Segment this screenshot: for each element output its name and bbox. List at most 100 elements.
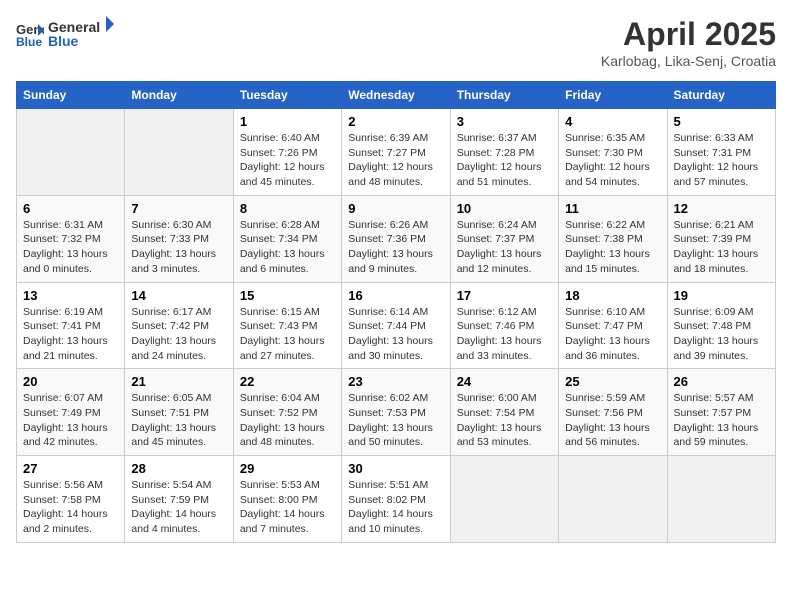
calendar-cell: 6 Sunrise: 6:31 AM Sunset: 7:32 PM Daylig… (17, 195, 125, 282)
day-info: Sunrise: 5:53 AM Sunset: 8:00 PM Dayligh… (240, 478, 335, 537)
day-info: Sunrise: 6:39 AM Sunset: 7:27 PM Dayligh… (348, 131, 443, 190)
calendar-cell: 15 Sunrise: 6:15 AM Sunset: 7:43 PM Dayli… (233, 282, 341, 369)
calendar-cell: 22Sunrise: 6:04 AM Sunset: 7:52 PM Dayli… (233, 369, 341, 456)
logo: General Blue General Blue (16, 16, 118, 52)
day-number: 25 (565, 374, 660, 389)
day-number: 9 (348, 201, 443, 216)
day-number: 30 (348, 461, 443, 476)
calendar-cell: 19 Sunrise: 6:09 AM Sunset: 7:48 PM Dayli… (667, 282, 775, 369)
calendar-cell: 17Sunrise: 6:12 AM Sunset: 7:46 PM Dayli… (450, 282, 558, 369)
day-info: Sunrise: 6:00 AM Sunset: 7:54 PM Dayligh… (457, 391, 552, 450)
calendar-cell: 29 Sunrise: 5:53 AM Sunset: 8:00 PM Dayli… (233, 456, 341, 543)
day-info: Sunrise: 6:10 AM Sunset: 7:47 PM Dayligh… (565, 305, 660, 364)
day-info: Sunrise: 5:56 AM Sunset: 7:58 PM Dayligh… (23, 478, 118, 537)
day-number: 13 (23, 288, 118, 303)
day-number: 27 (23, 461, 118, 476)
day-info: Sunrise: 5:59 AM Sunset: 7:56 PM Dayligh… (565, 391, 660, 450)
day-number: 14 (131, 288, 226, 303)
weekday-header-tuesday: Tuesday (233, 82, 341, 109)
day-info: Sunrise: 6:26 AM Sunset: 7:36 PM Dayligh… (348, 218, 443, 277)
calendar-cell: 30 Sunrise: 5:51 AM Sunset: 8:02 PM Dayli… (342, 456, 450, 543)
day-info: Sunrise: 5:57 AM Sunset: 7:57 PM Dayligh… (674, 391, 769, 450)
day-info: Sunrise: 6:09 AM Sunset: 7:48 PM Dayligh… (674, 305, 769, 364)
weekday-header-thursday: Thursday (450, 82, 558, 109)
calendar-cell (667, 456, 775, 543)
calendar-cell (450, 456, 558, 543)
location-subtitle: Karlobag, Lika-Senj, Croatia (601, 53, 776, 69)
day-info: Sunrise: 6:02 AM Sunset: 7:53 PM Dayligh… (348, 391, 443, 450)
weekday-header-sunday: Sunday (17, 82, 125, 109)
calendar-cell: 14 Sunrise: 6:17 AM Sunset: 7:42 PM Dayli… (125, 282, 233, 369)
day-info: Sunrise: 6:24 AM Sunset: 7:37 PM Dayligh… (457, 218, 552, 277)
day-number: 10 (457, 201, 552, 216)
day-info: Sunrise: 6:05 AM Sunset: 7:51 PM Dayligh… (131, 391, 226, 450)
calendar-cell: 26 Sunrise: 5:57 AM Sunset: 7:57 PM Dayli… (667, 369, 775, 456)
day-number: 24 (457, 374, 552, 389)
logo-svg: General Blue (48, 16, 118, 52)
day-info: Sunrise: 6:17 AM Sunset: 7:42 PM Dayligh… (131, 305, 226, 364)
calendar-cell: 21 Sunrise: 6:05 AM Sunset: 7:51 PM Dayli… (125, 369, 233, 456)
month-title: April 2025 (601, 16, 776, 53)
day-number: 12 (674, 201, 769, 216)
day-number: 7 (131, 201, 226, 216)
title-block: April 2025 Karlobag, Lika-Senj, Croatia (601, 16, 776, 69)
day-info: Sunrise: 6:37 AM Sunset: 7:28 PM Dayligh… (457, 131, 552, 190)
day-info: Sunrise: 6:19 AM Sunset: 7:41 PM Dayligh… (23, 305, 118, 364)
day-number: 5 (674, 114, 769, 129)
week-row-4: 20Sunrise: 6:07 AM Sunset: 7:49 PM Dayli… (17, 369, 776, 456)
weekday-header-saturday: Saturday (667, 82, 775, 109)
day-number: 29 (240, 461, 335, 476)
day-number: 21 (131, 374, 226, 389)
weekday-header-friday: Friday (559, 82, 667, 109)
day-info: Sunrise: 6:28 AM Sunset: 7:34 PM Dayligh… (240, 218, 335, 277)
day-number: 2 (348, 114, 443, 129)
calendar-cell: 3 Sunrise: 6:37 AM Sunset: 7:28 PM Daylig… (450, 109, 558, 196)
calendar-cell: 10 Sunrise: 6:24 AM Sunset: 7:37 PM Dayli… (450, 195, 558, 282)
day-info: Sunrise: 6:04 AM Sunset: 7:52 PM Dayligh… (240, 391, 335, 450)
day-number: 28 (131, 461, 226, 476)
calendar-cell: 8 Sunrise: 6:28 AM Sunset: 7:34 PM Daylig… (233, 195, 341, 282)
day-number: 19 (674, 288, 769, 303)
day-number: 6 (23, 201, 118, 216)
svg-text:Blue: Blue (48, 33, 79, 49)
day-number: 23 (348, 374, 443, 389)
calendar-cell: 28Sunrise: 5:54 AM Sunset: 7:59 PM Dayli… (125, 456, 233, 543)
day-number: 3 (457, 114, 552, 129)
page-header: General Blue General Blue April 2025 Kar… (16, 16, 776, 69)
day-number: 18 (565, 288, 660, 303)
day-number: 26 (674, 374, 769, 389)
day-number: 20 (23, 374, 118, 389)
calendar-cell: 20Sunrise: 6:07 AM Sunset: 7:49 PM Dayli… (17, 369, 125, 456)
day-number: 17 (457, 288, 552, 303)
calendar-cell: 23 Sunrise: 6:02 AM Sunset: 7:53 PM Dayli… (342, 369, 450, 456)
calendar-cell: 13 Sunrise: 6:19 AM Sunset: 7:41 PM Dayli… (17, 282, 125, 369)
calendar-cell: 11 Sunrise: 6:22 AM Sunset: 7:38 PM Dayli… (559, 195, 667, 282)
day-info: Sunrise: 5:51 AM Sunset: 8:02 PM Dayligh… (348, 478, 443, 537)
day-info: Sunrise: 6:40 AM Sunset: 7:26 PM Dayligh… (240, 131, 335, 190)
day-info: Sunrise: 6:14 AM Sunset: 7:44 PM Dayligh… (348, 305, 443, 364)
day-info: Sunrise: 6:30 AM Sunset: 7:33 PM Dayligh… (131, 218, 226, 277)
day-number: 1 (240, 114, 335, 129)
day-number: 11 (565, 201, 660, 216)
day-info: Sunrise: 6:15 AM Sunset: 7:43 PM Dayligh… (240, 305, 335, 364)
svg-text:Blue: Blue (16, 35, 42, 48)
calendar-cell: 25 Sunrise: 5:59 AM Sunset: 7:56 PM Dayli… (559, 369, 667, 456)
calendar-cell: 12Sunrise: 6:21 AM Sunset: 7:39 PM Dayli… (667, 195, 775, 282)
calendar-cell: 24 Sunrise: 6:00 AM Sunset: 7:54 PM Dayli… (450, 369, 558, 456)
week-row-3: 13 Sunrise: 6:19 AM Sunset: 7:41 PM Dayli… (17, 282, 776, 369)
logo-icon: General Blue (16, 20, 44, 48)
calendar-cell: 18 Sunrise: 6:10 AM Sunset: 7:47 PM Dayli… (559, 282, 667, 369)
day-info: Sunrise: 6:31 AM Sunset: 7:32 PM Dayligh… (23, 218, 118, 277)
day-number: 15 (240, 288, 335, 303)
day-number: 16 (348, 288, 443, 303)
week-row-2: 6 Sunrise: 6:31 AM Sunset: 7:32 PM Daylig… (17, 195, 776, 282)
day-number: 8 (240, 201, 335, 216)
calendar-cell: 4Sunrise: 6:35 AM Sunset: 7:30 PM Daylig… (559, 109, 667, 196)
day-info: Sunrise: 6:22 AM Sunset: 7:38 PM Dayligh… (565, 218, 660, 277)
weekday-header-row: SundayMondayTuesdayWednesdayThursdayFrid… (17, 82, 776, 109)
calendar-cell: 9 Sunrise: 6:26 AM Sunset: 7:36 PM Daylig… (342, 195, 450, 282)
calendar-cell (17, 109, 125, 196)
calendar-table: SundayMondayTuesdayWednesdayThursdayFrid… (16, 81, 776, 543)
calendar-cell: 2 Sunrise: 6:39 AM Sunset: 7:27 PM Daylig… (342, 109, 450, 196)
weekday-header-monday: Monday (125, 82, 233, 109)
